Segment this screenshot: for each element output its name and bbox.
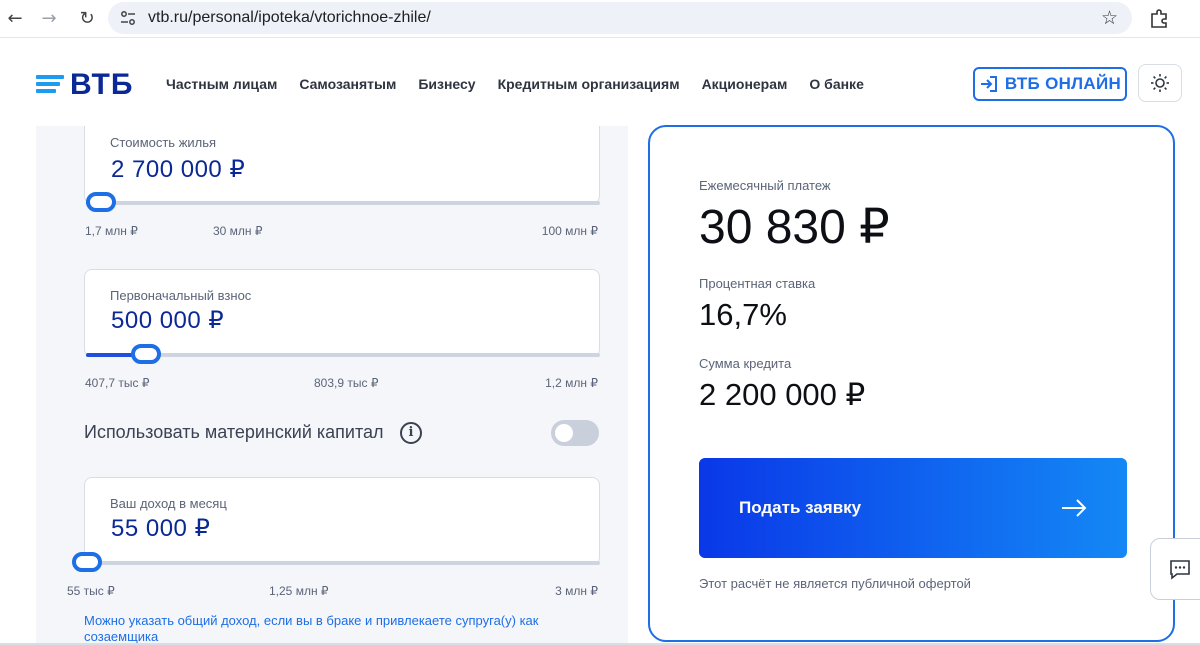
maternity-capital-label: Использовать материнский капитал <box>84 422 384 442</box>
down-payment-label: Первоначальный взнос <box>110 288 252 303</box>
nav-item-business[interactable]: Бизнесу <box>418 76 475 92</box>
income-slider[interactable] <box>72 552 600 572</box>
vtb-online-button[interactable]: ВТБ ОНЛАЙН <box>973 67 1127 101</box>
income-hint: Можно указать общий доход, если вы в бра… <box>84 613 539 644</box>
nav-item-private[interactable]: Частным лицам <box>166 76 277 92</box>
loan-amount-label: Сумма кредита <box>699 356 792 371</box>
income-tick-mid: 1,25 млн ₽ <box>269 584 329 598</box>
down-payment-slider[interactable] <box>86 344 600 364</box>
nav-item-credit-orgs[interactable]: Кредитным организациям <box>498 76 680 92</box>
reload-icon[interactable]: ↻ <box>76 7 98 29</box>
price-value[interactable]: 2 700 000 ₽ <box>111 155 245 184</box>
info-icon[interactable]: i <box>400 422 422 444</box>
chat-icon <box>1170 560 1190 580</box>
sun-icon <box>1151 74 1169 92</box>
forward-arrow-icon[interactable]: → <box>38 7 60 29</box>
price-tick-min: 1,7 млн ₽ <box>85 224 138 238</box>
price-slider[interactable] <box>86 192 600 212</box>
result-card: Ежемесячный платеж 30 830 ₽ Процентная с… <box>648 125 1175 642</box>
income-value[interactable]: 55 000 ₽ <box>111 514 210 543</box>
back-arrow-icon[interactable]: ← <box>4 7 26 29</box>
submit-application-button[interactable]: Подать заявку <box>699 458 1127 558</box>
site-settings-icon[interactable] <box>120 10 136 26</box>
address-bar[interactable]: vtb.ru/personal/ipoteka/vtorichnoe-zhile… <box>108 2 1132 34</box>
bookmark-star-icon[interactable]: ☆ <box>1101 7 1118 29</box>
arrow-right-icon <box>1062 499 1087 517</box>
main-nav: Частным лицам Самозанятым Бизнесу Кредит… <box>166 76 886 92</box>
income-label: Ваш доход в месяц <box>110 496 227 511</box>
maternity-capital-toggle[interactable] <box>551 420 599 446</box>
price-tick-mid: 30 млн ₽ <box>213 224 263 238</box>
nav-item-about[interactable]: О банке <box>809 76 863 92</box>
theme-toggle-button[interactable] <box>1138 64 1182 102</box>
loan-amount-value: 2 200 000 ₽ <box>699 377 866 412</box>
chat-button[interactable] <box>1150 538 1200 600</box>
income-field[interactable]: Ваш доход в месяц 55 000 ₽ <box>84 477 600 565</box>
down-payment-tick-mid: 803,9 тыс ₽ <box>314 376 379 390</box>
price-label: Стоимость жилья <box>110 135 217 150</box>
income-tick-max: 3 млн ₽ <box>555 584 598 598</box>
income-slider-thumb[interactable] <box>72 552 102 572</box>
extensions-icon[interactable] <box>1148 7 1170 29</box>
logo-bars-icon <box>36 75 66 95</box>
vtb-online-label: ВТБ ОНЛАЙН <box>1004 74 1122 93</box>
nav-item-self-employed[interactable]: Самозанятым <box>299 76 396 92</box>
nav-item-shareholders[interactable]: Акционерам <box>702 76 788 92</box>
site-header: ВТБ Частным лицам Самозанятым Бизнесу Кр… <box>0 38 1200 126</box>
mortgage-calculator: Стоимость жилья 2 700 000 ₽ 1,7 млн ₽ 30… <box>36 126 628 645</box>
monthly-payment-label: Ежемесячный платеж <box>699 178 831 193</box>
interest-rate-label: Процентная ставка <box>699 276 816 291</box>
down-payment-tick-min: 407,7 тыс ₽ <box>85 376 150 390</box>
url-text[interactable]: vtb.ru/personal/ipoteka/vtorichnoe-zhile… <box>148 9 431 27</box>
income-tick-min: 55 тыс ₽ <box>67 584 115 598</box>
price-field[interactable]: Стоимость жилья 2 700 000 ₽ <box>84 126 600 204</box>
down-payment-slider-thumb[interactable] <box>131 344 161 364</box>
offer-disclaimer: Этот расчёт не является публичной оферто… <box>699 576 971 591</box>
monthly-payment-value: 30 830 ₽ <box>699 201 890 254</box>
submit-label: Подать заявку <box>739 498 862 517</box>
vtb-logo[interactable]: ВТБ <box>36 68 133 102</box>
toggle-knob <box>555 424 573 442</box>
login-icon <box>980 76 997 92</box>
browser-toolbar: ← → ↻ vtb.ru/personal/ipoteka/vtorichnoe… <box>0 0 1200 38</box>
logo-text: ВТБ <box>70 68 134 101</box>
price-slider-thumb[interactable] <box>86 192 116 212</box>
price-tick-max: 100 млн ₽ <box>541 224 598 238</box>
down-payment-field[interactable]: Первоначальный взнос 500 000 ₽ <box>84 269 600 357</box>
interest-rate-value: 16,7% <box>699 297 787 332</box>
down-payment-value[interactable]: 500 000 ₽ <box>111 306 224 335</box>
down-payment-tick-max: 1,2 млн ₽ <box>545 376 598 390</box>
